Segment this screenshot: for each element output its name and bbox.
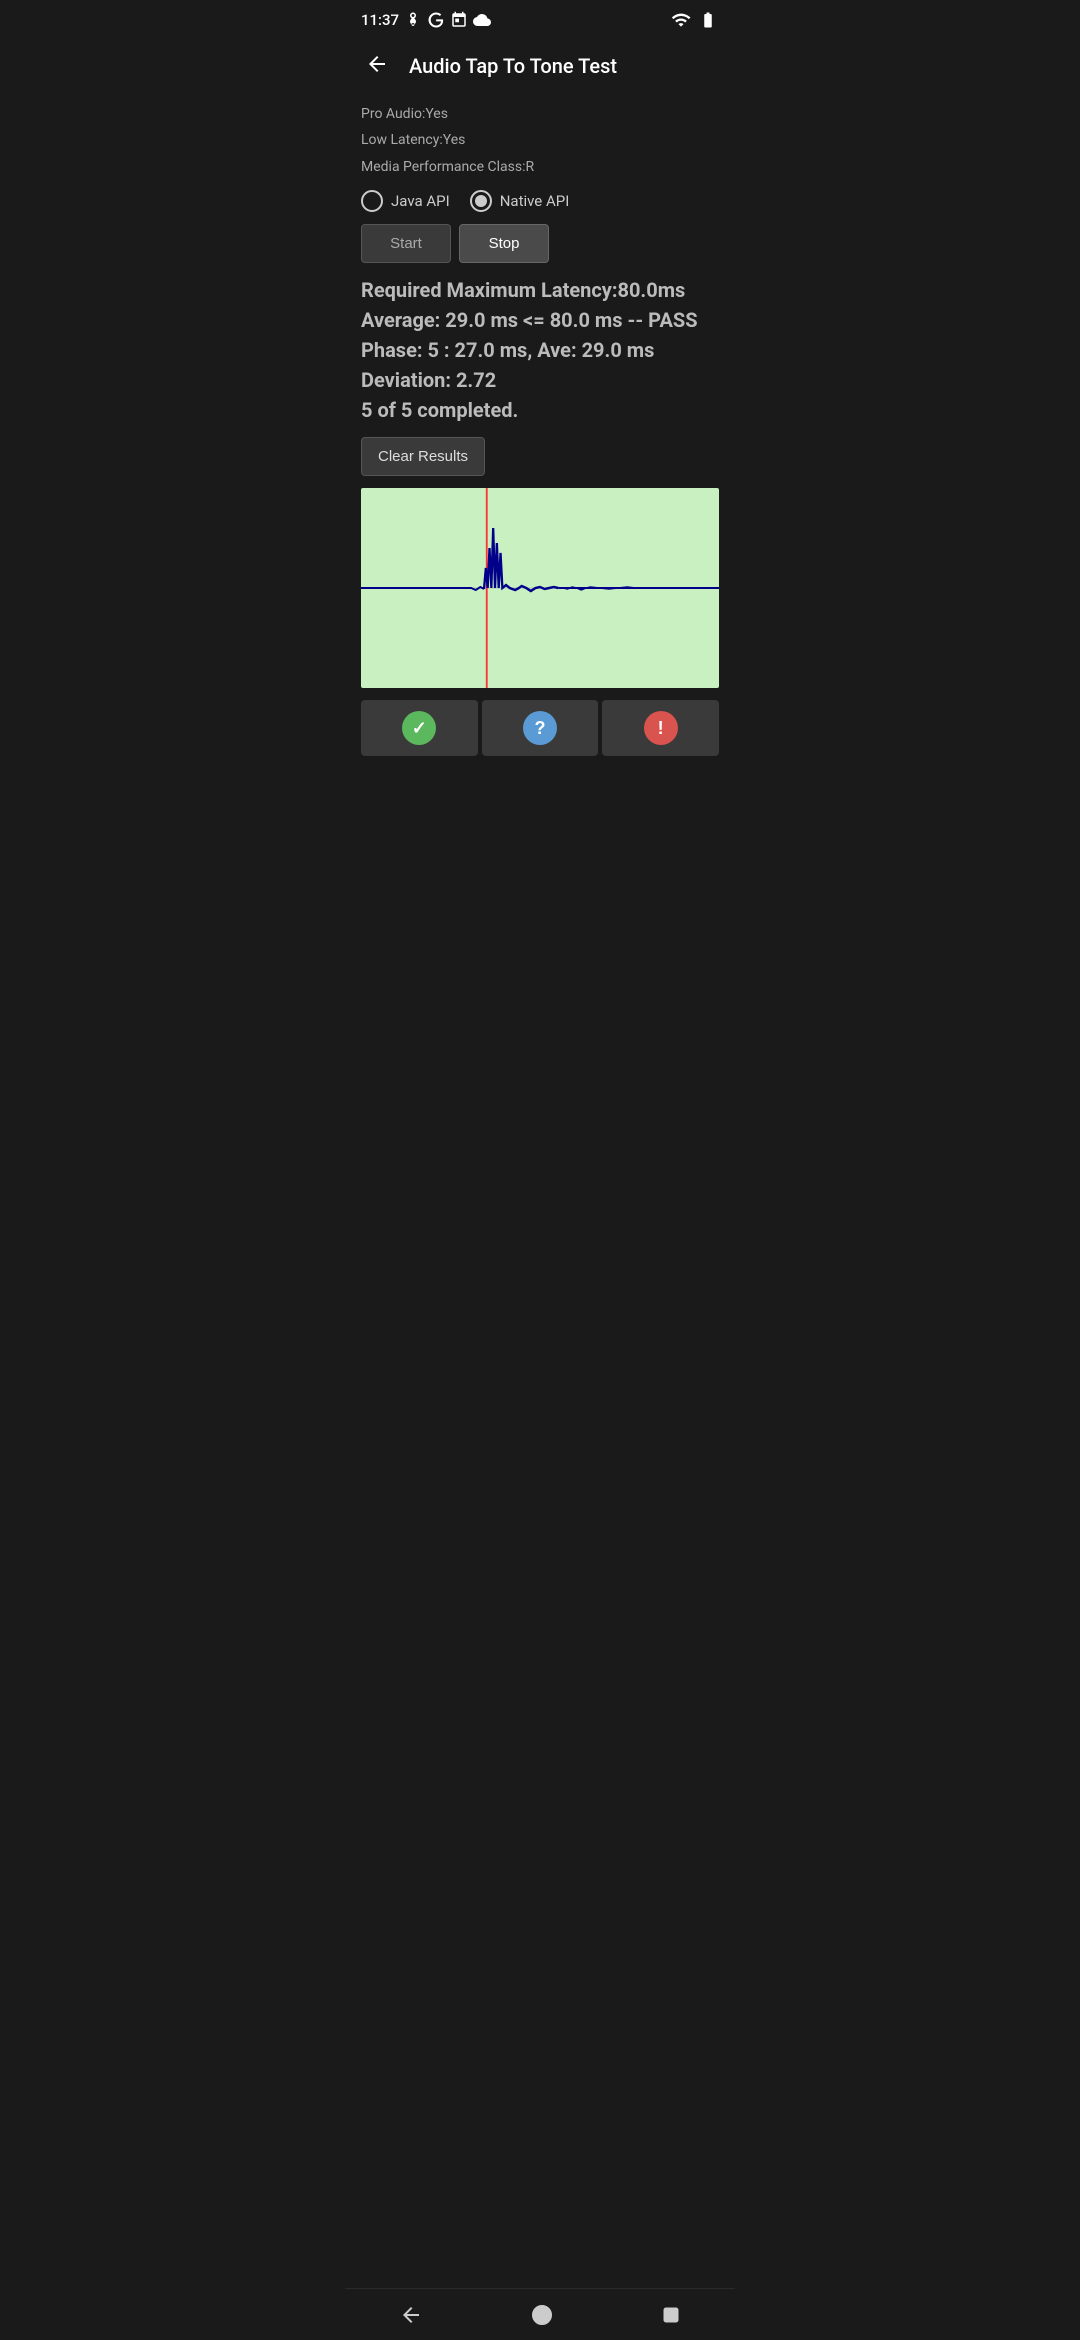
java-api-label: Java API	[391, 192, 450, 210]
wifi-icon	[671, 10, 691, 30]
nav-home-button[interactable]	[514, 2295, 570, 2335]
pro-audio-info: Pro Audio:Yes	[361, 103, 719, 125]
check-icon: ✓	[402, 711, 436, 745]
low-latency-info: Low Latency:Yes	[361, 129, 719, 151]
exclamation-icon: !	[644, 711, 678, 745]
calendar-icon	[450, 11, 468, 29]
result-line-4: Deviation: 2.72	[361, 365, 719, 395]
unknown-button[interactable]: ?	[482, 700, 599, 756]
stop-button[interactable]: Stop	[459, 224, 549, 263]
native-api-label: Native API	[500, 192, 570, 210]
result-line-3: Phase: 5 : 27.0 ms, Ave: 29.0 ms	[361, 335, 719, 365]
google-icon	[427, 11, 445, 29]
waveform-svg	[361, 488, 719, 688]
native-api-radio[interactable]: Native API	[470, 190, 570, 212]
result-line-2: Average: 29.0 ms <= 80.0 ms -- PASS	[361, 305, 719, 335]
media-performance-info: Media Performance Class:R	[361, 156, 719, 178]
nav-back-button[interactable]	[383, 2295, 439, 2335]
content-area: Pro Audio:Yes Low Latency:Yes Media Perf…	[345, 95, 735, 772]
fail-button[interactable]: !	[602, 700, 719, 756]
battery-icon	[697, 11, 719, 29]
page-title: Audio Tap To Tone Test	[409, 54, 617, 78]
api-selector: Java API Native API	[361, 190, 719, 212]
question-icon: ?	[523, 711, 557, 745]
fan-icon	[404, 11, 422, 29]
status-time: 11:37	[361, 11, 399, 29]
status-right-icons	[671, 10, 719, 30]
waveform-display	[361, 488, 719, 688]
back-button[interactable]	[361, 48, 393, 83]
nav-bar	[345, 2288, 735, 2340]
start-button[interactable]: Start	[361, 224, 451, 263]
cloud-icon	[473, 11, 491, 29]
nav-recent-button[interactable]	[645, 2297, 697, 2333]
results-block: Required Maximum Latency:80.0ms Average:…	[361, 275, 719, 425]
action-buttons: ✓ ? !	[361, 700, 719, 756]
java-api-radio[interactable]: Java API	[361, 190, 450, 212]
result-line-5: 5 of 5 completed.	[361, 395, 719, 425]
java-api-radio-circle	[361, 190, 383, 212]
toolbar: Audio Tap To Tone Test	[345, 36, 735, 95]
clear-results-button[interactable]: Clear Results	[361, 437, 485, 476]
result-line-1: Required Maximum Latency:80.0ms	[361, 275, 719, 305]
status-left-icons: 11:37	[361, 11, 491, 29]
native-api-radio-circle	[470, 190, 492, 212]
status-bar: 11:37	[345, 0, 735, 36]
control-buttons: Start Stop	[361, 224, 719, 263]
pass-button[interactable]: ✓	[361, 700, 478, 756]
